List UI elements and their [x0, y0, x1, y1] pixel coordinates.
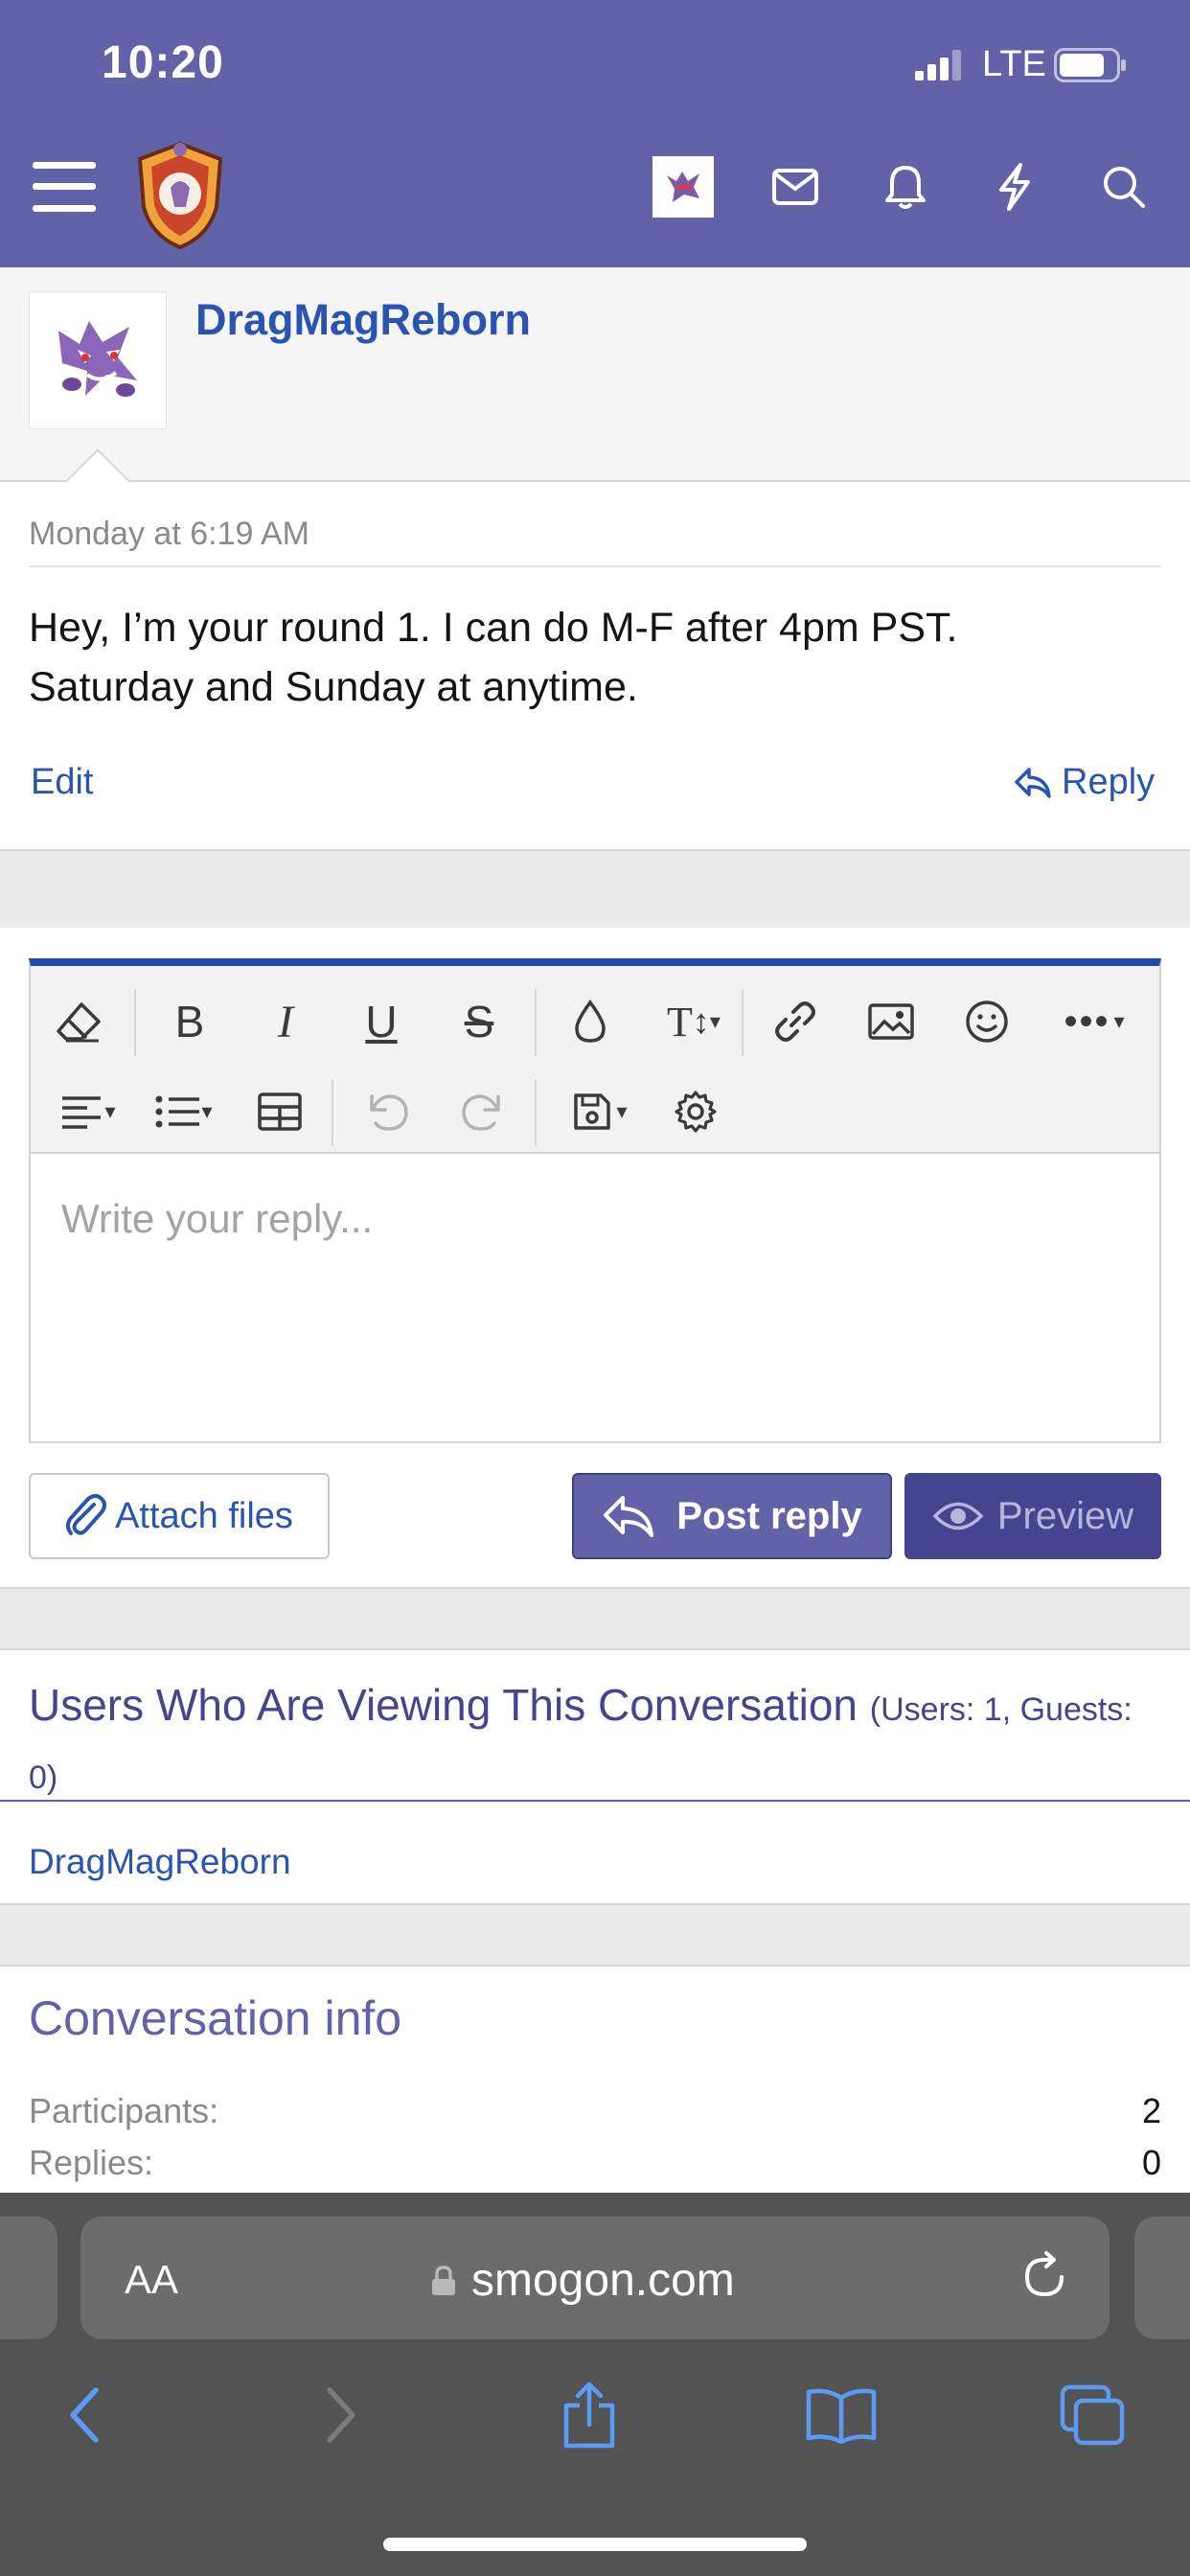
replies-row: Replies: 0: [29, 2143, 1161, 2183]
viewers-title-text: Users Who Are Viewing This Conversation: [29, 1680, 858, 1730]
viewers-title: Users Who Are Viewing This Conversation …: [29, 1673, 1159, 1809]
reply-link[interactable]: Reply: [1014, 762, 1155, 803]
next-tab-peek[interactable]: [1134, 2217, 1190, 2339]
signal-icon: [915, 50, 961, 80]
site-logo[interactable]: [132, 140, 228, 251]
post-timestamp[interactable]: Monday at 6:19 AM: [29, 516, 309, 553]
undo-icon[interactable]: [351, 1075, 423, 1148]
rich-text-editor: B I U S T ↕ ▾ ••• ▾ ▾ ▾ ▾ Write your rep…: [29, 958, 1161, 1443]
preview-button[interactable]: Preview: [904, 1473, 1161, 1559]
user-avatar[interactable]: [650, 153, 717, 220]
mail-icon[interactable]: [762, 153, 829, 220]
bold-icon[interactable]: B: [153, 985, 226, 1058]
home-indicator: [383, 2538, 807, 2551]
battery-icon: [1054, 48, 1126, 82]
network-type: LTE: [982, 44, 1046, 84]
participants-value: 2: [1141, 2091, 1161, 2130]
reply-arrow-icon: [604, 1496, 654, 1537]
settings-icon[interactable]: [659, 1075, 732, 1148]
edit-link[interactable]: Edit: [31, 762, 93, 803]
post-divider: [29, 565, 1161, 567]
link-icon[interactable]: [759, 985, 832, 1058]
reply-input[interactable]: Write your reply...: [61, 1196, 373, 1242]
table-icon[interactable]: [243, 1075, 316, 1148]
post-reply-button[interactable]: Post reply: [572, 1473, 892, 1559]
bookmarks-icon[interactable]: [803, 2377, 880, 2453]
reply-label: Reply: [1062, 762, 1156, 802]
preview-label: Preview: [996, 1494, 1134, 1537]
conversation-info-title: Conversation info: [29, 1991, 402, 2045]
eye-icon: [932, 1502, 984, 1530]
attach-files-button[interactable]: Attach files: [29, 1473, 330, 1559]
save-draft-icon[interactable]: ▾: [552, 1075, 648, 1148]
eraser-icon[interactable]: [42, 985, 115, 1058]
share-icon[interactable]: [551, 2377, 628, 2453]
bolt-icon[interactable]: [981, 153, 1048, 220]
editor-toolbar: B I U S T ↕ ▾ ••• ▾ ▾ ▾ ▾: [31, 966, 1159, 1154]
status-time: 10:20: [102, 37, 224, 88]
previous-tab-peek[interactable]: [0, 2217, 57, 2339]
replies-value: 0: [1141, 2143, 1161, 2182]
viewers-divider: [0, 1800, 1190, 1802]
url-text: smogon.com: [471, 2255, 735, 2306]
menu-icon[interactable]: [31, 153, 98, 220]
font-size-icon[interactable]: T ↕ ▾: [644, 985, 744, 1058]
underline-icon[interactable]: U: [345, 985, 418, 1058]
more-icon[interactable]: ••• ▾: [1046, 985, 1142, 1058]
lock-icon: [432, 2265, 455, 2295]
attach-files-label: Attach files: [115, 1495, 293, 1536]
list-icon[interactable]: ▾: [138, 1075, 230, 1148]
replies-label: Replies:: [29, 2143, 154, 2182]
forward-icon[interactable]: [303, 2377, 379, 2453]
tabs-icon[interactable]: [1054, 2377, 1131, 2453]
text-size-button[interactable]: AA: [125, 2257, 178, 2303]
italic-icon[interactable]: I: [249, 985, 322, 1058]
post-message: Hey, I’m your round 1. I can do M-F afte…: [29, 605, 958, 710]
strikethrough-icon[interactable]: S: [443, 985, 515, 1058]
paperclip-icon: [66, 1494, 107, 1535]
reply-icon: [1015, 767, 1051, 798]
viewer-username[interactable]: DragMagReborn: [29, 1842, 291, 1882]
post-author-name[interactable]: DragMagReborn: [195, 295, 531, 345]
participants-row: Participants: 2: [29, 2091, 1161, 2131]
url-display[interactable]: smogon.com: [431, 2254, 735, 2307]
image-icon[interactable]: [855, 985, 927, 1058]
bell-icon[interactable]: [872, 153, 939, 220]
reload-icon[interactable]: [1018, 2250, 1071, 2304]
align-icon[interactable]: ▾: [42, 1075, 134, 1148]
post-reply-label: Post reply: [676, 1494, 862, 1537]
text-color-icon[interactable]: [554, 985, 627, 1058]
back-icon[interactable]: [46, 2377, 123, 2453]
post-author-avatar[interactable]: [29, 291, 167, 429]
participants-label: Participants:: [29, 2091, 219, 2130]
search-icon[interactable]: [1090, 153, 1157, 220]
post-header: [0, 267, 1190, 480]
redo-icon[interactable]: [446, 1075, 519, 1148]
smiley-icon[interactable]: [950, 985, 1023, 1058]
site-header: 10:20 LTE: [0, 0, 1190, 267]
